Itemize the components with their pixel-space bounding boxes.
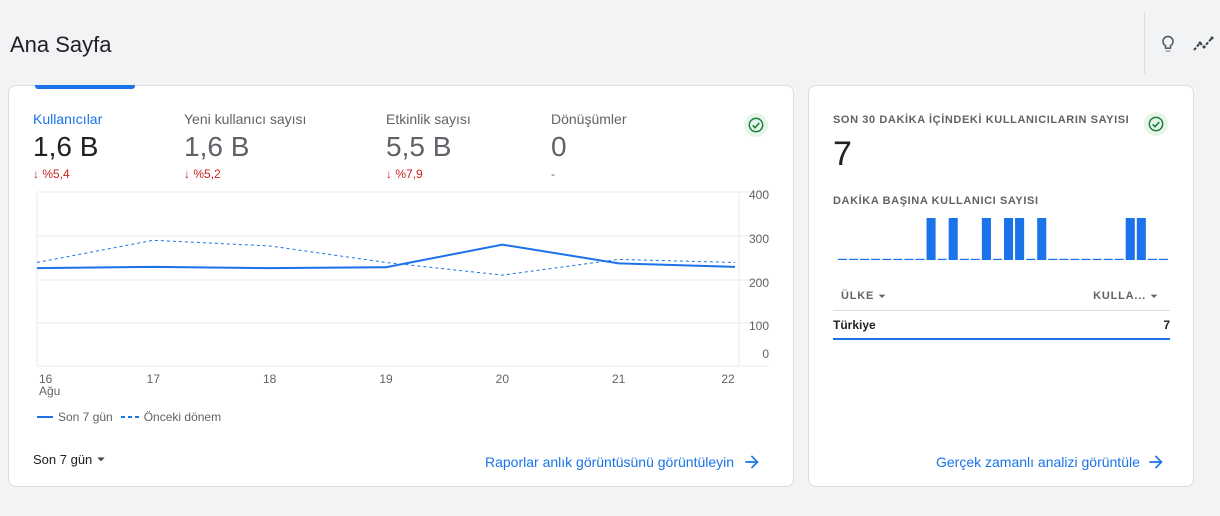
date-range-dropdown[interactable]: Son 7 gün	[33, 450, 110, 468]
y-tick-label: 400	[749, 188, 769, 202]
legend-label: Son 7 gün	[58, 410, 113, 424]
x-tick-sublabel: Ağu	[39, 384, 60, 398]
top-bar: Ana Sayfa	[0, 0, 1220, 86]
minute-bar[interactable]	[1092, 258, 1102, 260]
minute-bar[interactable]	[1004, 218, 1014, 260]
minute-bar[interactable]	[926, 218, 936, 260]
column-header-users[interactable]: KULLA...	[1093, 288, 1170, 304]
trending-icon[interactable]	[1192, 32, 1216, 56]
page-title: Ana Sayfa	[10, 32, 112, 57]
minute-bar[interactable]	[882, 258, 892, 260]
minute-bar[interactable]	[1081, 258, 1091, 260]
minute-bar[interactable]	[981, 218, 991, 260]
column-header-country[interactable]: ÜLKE	[833, 288, 890, 304]
link-label: Raporlar anlık görüntüsünü görüntüleyin	[485, 454, 735, 470]
minute-bar[interactable]	[1059, 258, 1069, 260]
lightbulb-icon[interactable]	[1156, 32, 1180, 56]
realtime-title: SON 30 DAKİKA İÇİNDEKİ KULLANICILARIN SA…	[833, 114, 1130, 126]
overview-card: Kullanıcılar 1,6 B ↓ %5,4 Yeni kullanıcı…	[8, 85, 794, 487]
realtime-card: SON 30 DAKİKA İÇİNDEKİ KULLANICILARIN SA…	[808, 85, 1194, 487]
table-row[interactable]: Türkiye 7	[833, 312, 1170, 340]
legend-item-current: Son 7 gün	[37, 410, 113, 424]
x-tick-label: 20	[496, 372, 510, 386]
minute-bar[interactable]	[893, 258, 903, 260]
series-line-0	[36, 243, 736, 270]
y-tick-label: 0	[762, 347, 769, 361]
arrow-right-icon	[1149, 455, 1163, 469]
minute-bar[interactable]	[1037, 218, 1047, 260]
view-realtime-link[interactable]: Gerçek zamanlı analizi görüntüle	[936, 452, 1166, 472]
minute-bar[interactable]	[1026, 258, 1036, 260]
minute-bar[interactable]	[849, 258, 859, 260]
minute-bar[interactable]	[1136, 218, 1146, 260]
legend-label: Önceki dönem	[143, 410, 222, 424]
caret-down-icon	[97, 457, 106, 462]
x-tick-label: 19	[379, 372, 393, 386]
caret-down-icon	[1150, 294, 1158, 298]
legend-item-previous: Önceki dönem	[120, 410, 222, 424]
chart-legend: Son 7 gün Önceki dönem	[37, 410, 229, 424]
date-range-label: Son 7 gün	[33, 451, 93, 467]
arrow-right-icon	[745, 455, 759, 469]
realtime-user-count: 7	[833, 135, 852, 173]
minute-bar[interactable]	[838, 258, 848, 260]
minute-bar[interactable]	[992, 258, 1002, 260]
minute-bar[interactable]	[871, 258, 881, 260]
check-circle-icon[interactable]	[1144, 112, 1168, 136]
per-minute-bar-chart	[838, 218, 1168, 260]
table-divider	[833, 310, 1170, 311]
minute-bar[interactable]	[948, 218, 958, 260]
minute-bar[interactable]	[904, 258, 914, 260]
y-tick-label: 200	[749, 276, 769, 290]
x-tick-label: 21	[612, 372, 626, 386]
minute-bar[interactable]	[1158, 258, 1168, 260]
minute-bar[interactable]	[1103, 258, 1113, 260]
minute-bar[interactable]	[1048, 258, 1058, 260]
minute-bar[interactable]	[1070, 258, 1080, 260]
link-label: Gerçek zamanlı analizi görüntüle	[936, 454, 1140, 470]
minute-bar[interactable]	[1147, 258, 1157, 260]
top-divider	[1144, 12, 1145, 74]
minute-bar[interactable]	[860, 258, 870, 260]
users-cell: 7	[1163, 318, 1170, 332]
y-tick-label: 300	[749, 232, 769, 246]
x-tick-label: 17	[147, 372, 161, 386]
minute-bar[interactable]	[970, 258, 980, 260]
x-tick-label: 22	[721, 372, 735, 386]
minute-bar[interactable]	[1015, 218, 1025, 260]
y-tick-label: 100	[749, 319, 769, 333]
caret-down-icon	[878, 294, 886, 298]
users-line-chart: 400300200100016 17 18 19 20 21 22Ağu	[36, 188, 769, 398]
minute-bar[interactable]	[937, 258, 947, 260]
minute-bar[interactable]	[915, 258, 925, 260]
minute-bar[interactable]	[1125, 218, 1135, 260]
minute-bar[interactable]	[959, 258, 969, 260]
per-minute-title: DAKİKA BAŞINA KULLANICI SAYISI	[833, 195, 1039, 207]
x-tick-label: 18	[263, 372, 277, 386]
country-table-header: ÜLKE KULLA...	[833, 282, 1170, 310]
column-header-label: ÜLKE	[841, 290, 875, 302]
view-reports-link[interactable]: Raporlar anlık görüntüsünü görüntüleyin	[485, 452, 762, 472]
column-header-label: KULLA...	[1093, 290, 1146, 302]
series-line-1	[36, 239, 736, 276]
country-cell: Türkiye	[833, 318, 876, 332]
minute-bar[interactable]	[1114, 258, 1124, 260]
